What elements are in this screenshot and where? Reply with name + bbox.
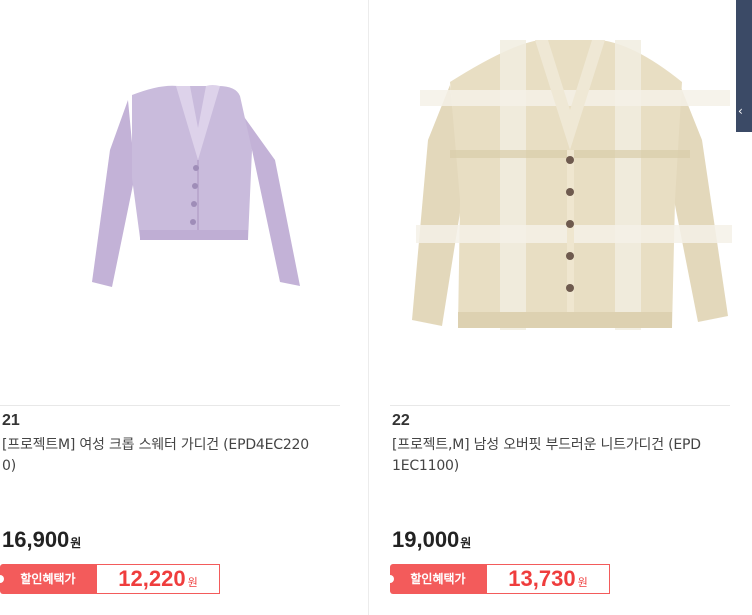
rank-number: 21 xyxy=(2,412,20,429)
price-unit: 원 xyxy=(460,536,472,550)
image-bottom-line xyxy=(390,405,730,406)
beige-check-cardigan-image xyxy=(412,40,732,330)
discount-price-value: 12,220 xyxy=(118,566,186,591)
product-title-line[interactable]: [프로젝트,M] 남성 오버핏 부드러운 니트가디건 (EPD xyxy=(392,435,737,456)
discount-price: 12,220 원 xyxy=(96,564,220,594)
lavender-cardigan-image xyxy=(92,85,300,287)
price-value: 19,000 xyxy=(392,527,460,552)
product-card[interactable]: 22 [프로젝트,M] 남성 오버핏 부드러운 니트가디건 (EPD 1EC11… xyxy=(386,0,750,615)
product-image[interactable] xyxy=(390,0,750,405)
floating-side-widget[interactable]: ‹ xyxy=(736,0,752,132)
price-value: 16,900 xyxy=(2,527,70,552)
original-price: 19,000원 xyxy=(392,527,471,553)
discount-label-badge: 할인혜택가 xyxy=(386,564,486,594)
discount-price-unit: 원 xyxy=(187,577,198,589)
product-title-line[interactable]: [프로젝트M] 여성 크롭 스웨터 가디건 (EPD4EC220 xyxy=(2,435,347,456)
column-divider xyxy=(368,0,369,615)
product-title[interactable]: [프로젝트M] 여성 크롭 스웨터 가디건 (EPD4EC220 0) xyxy=(2,435,347,477)
product-title-line[interactable]: 1EC1100) xyxy=(392,456,737,477)
image-bottom-line xyxy=(0,405,340,406)
product-title[interactable]: [프로젝트,M] 남성 오버핏 부드러운 니트가디건 (EPD 1EC1100) xyxy=(392,435,737,477)
original-price: 16,900원 xyxy=(2,527,81,553)
chevron-left-icon[interactable]: ‹ xyxy=(738,104,743,118)
discount-price-unit: 원 xyxy=(577,577,588,589)
discount-label-badge: 할인혜택가 xyxy=(0,564,96,594)
discount-price-value: 13,730 xyxy=(508,566,576,591)
price-unit: 원 xyxy=(70,536,82,550)
product-card[interactable]: 21 [프로젝트M] 여성 크롭 스웨터 가디건 (EPD4EC220 0) 1… xyxy=(0,0,360,615)
product-title-line[interactable]: 0) xyxy=(2,456,347,477)
rank-number: 22 xyxy=(392,412,410,429)
discount-price: 13,730 원 xyxy=(486,564,610,594)
product-image[interactable] xyxy=(0,0,360,405)
